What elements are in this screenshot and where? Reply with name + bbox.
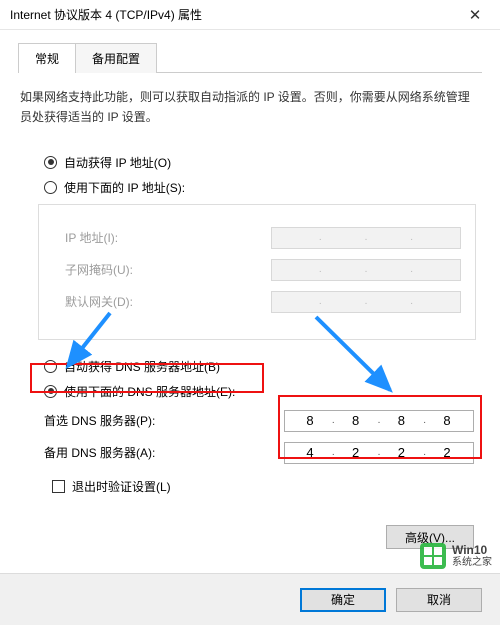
radio-manual-ip[interactable]: 使用下面的 IP 地址(S):: [44, 179, 482, 196]
octet: 2: [430, 445, 466, 460]
radio-label: 使用下面的 DNS 服务器地址(E):: [64, 383, 235, 400]
octet: 8: [292, 413, 328, 428]
ip-fields-group: IP 地址(I): ... 子网掩码(U): ... 默认网关(D): ...: [38, 204, 476, 340]
radio-label: 使用下面的 IP 地址(S):: [64, 179, 185, 196]
ip-address-input: ...: [271, 227, 461, 249]
octet: 8: [430, 413, 466, 428]
close-icon: ✕: [469, 6, 482, 24]
preferred-dns-input[interactable]: 8. 8. 8. 8: [284, 410, 474, 432]
gateway-input: ...: [271, 291, 461, 313]
radio-icon: [44, 385, 57, 398]
button-label: 取消: [427, 591, 451, 608]
subnet-mask-input: ...: [271, 259, 461, 281]
validate-checkbox-row[interactable]: 退出时验证设置(L): [52, 478, 482, 495]
watermark-line2: 系统之家: [452, 557, 492, 569]
field-label: 默认网关(D):: [65, 293, 133, 310]
radio-icon: [44, 181, 57, 194]
content-area: 常规 备用配置 如果网络支持此功能，则可以获取自动指派的 IP 设置。否则，你需…: [0, 30, 500, 505]
octet: 8: [384, 413, 420, 428]
close-button[interactable]: ✕: [454, 2, 496, 27]
radio-label: 自动获得 IP 地址(O): [64, 154, 171, 171]
radio-icon: [44, 360, 57, 373]
watermark-logo-icon: [420, 543, 446, 569]
radio-icon: [44, 156, 57, 169]
window-title: Internet 协议版本 4 (TCP/IPv4) 属性: [10, 6, 202, 23]
watermark-line1: Win10: [452, 543, 492, 557]
tab-general[interactable]: 常规: [18, 43, 76, 73]
radio-auto-ip[interactable]: 自动获得 IP 地址(O): [44, 154, 482, 171]
button-label: 确定: [331, 591, 355, 608]
titlebar: Internet 协议版本 4 (TCP/IPv4) 属性 ✕: [0, 0, 500, 30]
tab-alternate[interactable]: 备用配置: [76, 43, 157, 73]
radio-manual-dns[interactable]: 使用下面的 DNS 服务器地址(E):: [44, 383, 482, 400]
description-text: 如果网络支持此功能，则可以获取自动指派的 IP 设置。否则，你需要从网络系统管理…: [18, 87, 482, 128]
watermark: Win10 系统之家: [420, 543, 492, 569]
octet: 4: [292, 445, 328, 460]
octet: 2: [338, 445, 374, 460]
ok-button[interactable]: 确定: [300, 588, 386, 612]
bottom-bar: 确定 取消: [0, 573, 500, 625]
radio-label: 自动获得 DNS 服务器地址(B): [64, 358, 220, 375]
field-label: IP 地址(I):: [65, 229, 118, 246]
field-label: 首选 DNS 服务器(P):: [44, 412, 155, 429]
dialog-window: Internet 协议版本 4 (TCP/IPv4) 属性 ✕ 常规 备用配置 …: [0, 0, 500, 625]
field-ip: IP 地址(I): ...: [65, 227, 461, 249]
radio-auto-dns[interactable]: 自动获得 DNS 服务器地址(B): [44, 358, 482, 375]
octet: 8: [338, 413, 374, 428]
tab-bar: 常规 备用配置: [18, 42, 482, 73]
cancel-button[interactable]: 取消: [396, 588, 482, 612]
field-alternate-dns: 备用 DNS 服务器(A): 4. 2. 2. 2: [44, 442, 474, 464]
field-label: 子网掩码(U):: [65, 261, 133, 278]
field-gateway: 默认网关(D): ...: [65, 291, 461, 313]
alternate-dns-input[interactable]: 4. 2. 2. 2: [284, 442, 474, 464]
field-label: 备用 DNS 服务器(A):: [44, 444, 155, 461]
octet: 2: [384, 445, 420, 460]
field-preferred-dns: 首选 DNS 服务器(P): 8. 8. 8. 8: [44, 410, 474, 432]
field-subnet: 子网掩码(U): ...: [65, 259, 461, 281]
watermark-text: Win10 系统之家: [452, 543, 492, 569]
checkbox-icon: [52, 480, 65, 493]
checkbox-label: 退出时验证设置(L): [72, 478, 171, 495]
